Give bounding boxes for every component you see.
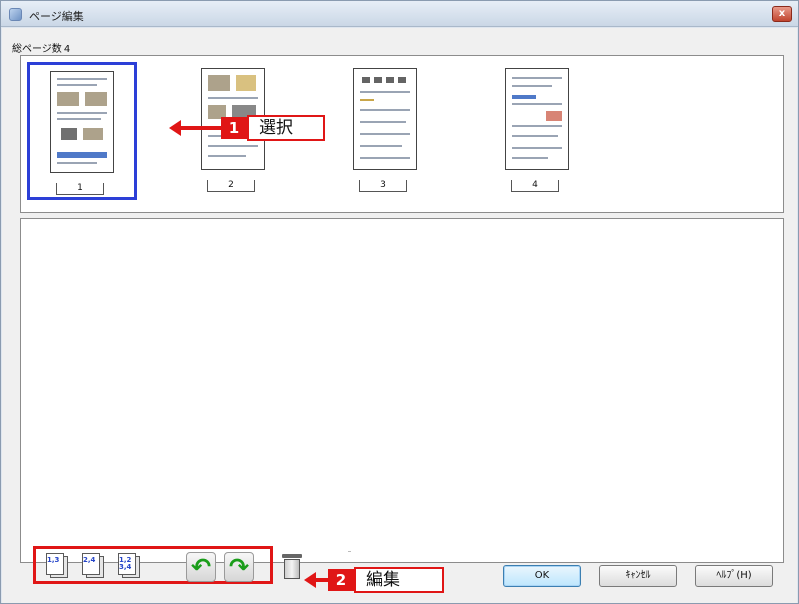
trash-icon[interactable] [280,552,304,580]
app-icon [9,8,22,21]
rotate-left-icon[interactable]: ↶ [186,552,216,582]
help-button[interactable]: ﾍﾙﾌﾟ(H) [695,565,773,587]
even-pages-icon[interactable]: 2,4 [80,553,106,579]
title-bar[interactable]: ページ編集 x [1,1,798,27]
edit-callout: 2 編集 [304,567,444,593]
total-pages-count: 4 [63,44,71,55]
page-number: 3 [359,180,407,192]
page-edit-window: ページ編集 x 総ページ数 4 1 2 3 4 1 選択 1,3 2,4 1,2… [0,0,799,604]
callout-number: 1 [221,117,247,139]
ok-button[interactable]: OK [503,565,581,587]
odd-pages-icon[interactable]: 1,3 [44,553,70,579]
page-work-area[interactable] [20,218,784,563]
all-pages-icon[interactable]: 1,2 3,4 [116,553,142,579]
thumbnail-strip[interactable]: 1 2 3 4 [20,55,784,213]
callout-label: 選択 [247,115,325,141]
page-image [50,71,114,173]
callout-label: 編集 [354,567,444,593]
page-thumbnail-4[interactable]: 4 [485,62,595,200]
tool-label: 2,4 [83,556,96,564]
edit-tools-group: 1,3 2,4 1,2 3,4 ↶ ↷ [33,546,273,584]
page-image [353,68,417,170]
select-callout: 1 選択 [169,115,325,141]
page-thumbnail-3[interactable]: 3 [333,62,443,200]
tool-label: 1,3 [47,556,60,564]
total-pages-label: 総ページ数 4 [12,40,72,55]
cancel-button[interactable]: ｷｬﾝｾﾙ [599,565,677,587]
rotate-right-icon[interactable]: ↷ [224,552,254,582]
page-number: 4 [511,180,559,192]
dialog-body: 総ページ数 4 1 2 3 4 [2,28,797,603]
callout-arrow-icon [169,120,181,136]
page-number: 1 [56,183,104,195]
window-title: ページ編集 [29,10,84,23]
close-button[interactable]: x [772,6,792,22]
page-number: 2 [207,180,255,192]
page-image [505,68,569,170]
tool-label: 1,2 3,4 [119,556,132,571]
page-thumbnail-1[interactable]: 1 [27,62,137,200]
callout-arrow-icon [304,572,316,588]
total-pages-text: 総ページ数 [12,44,62,55]
callout-number: 2 [328,569,354,591]
